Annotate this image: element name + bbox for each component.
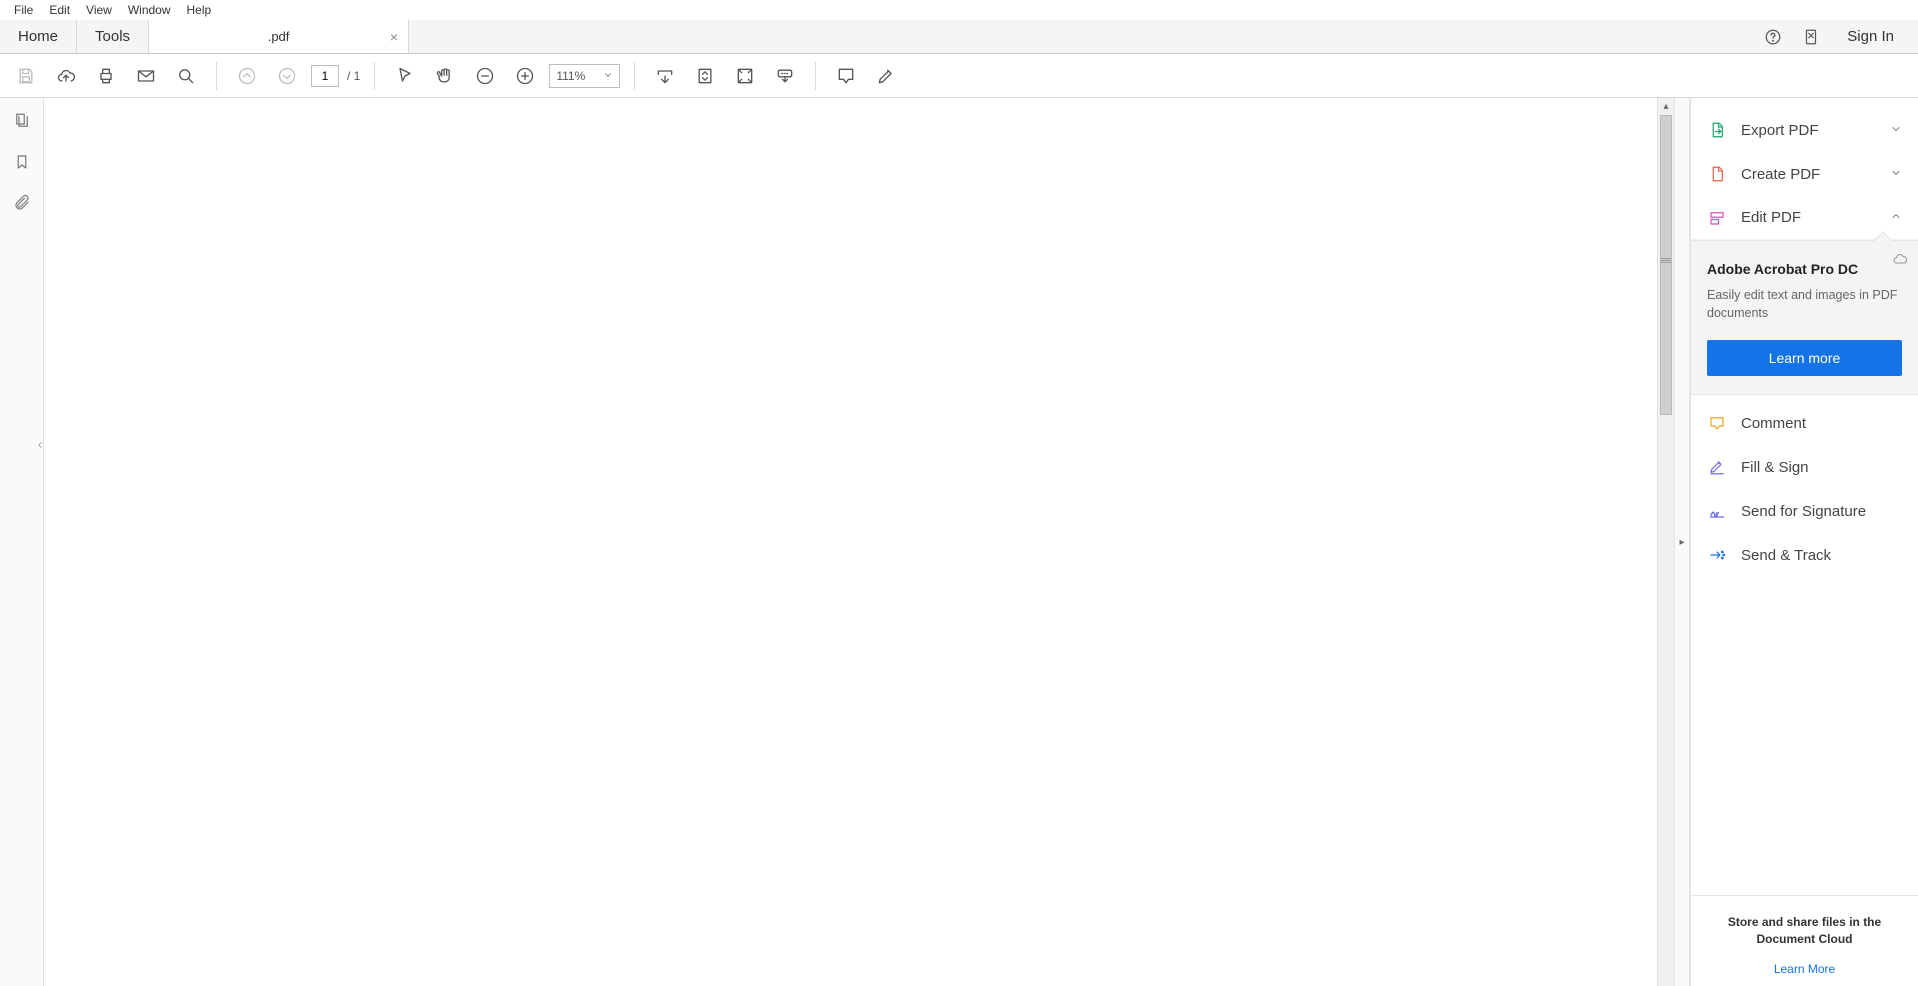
send-track-icon	[1707, 546, 1727, 564]
right-panel-collapse-icon[interactable]: ▸	[1674, 98, 1690, 986]
menu-edit[interactable]: Edit	[41, 1, 78, 19]
zoom-dropdown[interactable]: 111%	[549, 64, 620, 88]
zoom-value: 111%	[556, 69, 585, 83]
comment-icon[interactable]	[830, 60, 862, 92]
help-icon[interactable]	[1761, 25, 1785, 49]
tool-create-pdf[interactable]: Create PDF	[1691, 152, 1918, 196]
tab-strip: Home Tools .pdf × Sign In	[0, 20, 1918, 54]
page-up-icon[interactable]	[231, 60, 263, 92]
export-pdf-icon	[1707, 121, 1727, 139]
zoom-in-icon[interactable]	[509, 60, 541, 92]
chevron-down-icon	[1890, 122, 1902, 139]
selection-tool-icon[interactable]	[389, 60, 421, 92]
bookmark-icon[interactable]	[13, 153, 31, 176]
hand-tool-icon[interactable]	[429, 60, 461, 92]
menu-view[interactable]: View	[78, 1, 120, 19]
tool-send-signature[interactable]: Send for Signature	[1691, 489, 1918, 533]
comment-tool-icon	[1707, 414, 1727, 432]
page-total-label: / 1	[347, 69, 360, 83]
tool-send-track[interactable]: Send & Track	[1691, 533, 1918, 577]
menu-file[interactable]: File	[6, 1, 41, 19]
tab-tools[interactable]: Tools	[77, 20, 149, 53]
document-viewport[interactable]	[44, 98, 1657, 986]
fullscreen-icon[interactable]	[729, 60, 761, 92]
chevron-down-icon	[1890, 166, 1902, 183]
footer-promo-text: Store and share files in the Document Cl…	[1711, 914, 1898, 948]
fill-sign-icon	[1707, 458, 1727, 476]
tab-document[interactable]: .pdf ×	[149, 20, 409, 53]
footer-promo: Store and share files in the Document Cl…	[1691, 895, 1918, 986]
send-signature-icon	[1707, 502, 1727, 520]
edit-pdf-promo: Adobe Acrobat Pro DC Easily edit text an…	[1691, 240, 1918, 395]
thumbnails-icon[interactable]	[13, 112, 31, 135]
sign-in-button[interactable]: Sign In	[1837, 28, 1904, 45]
read-mode-icon[interactable]	[769, 60, 801, 92]
cloud-upload-icon[interactable]	[50, 60, 82, 92]
create-pdf-icon	[1707, 165, 1727, 183]
chevron-down-icon	[603, 69, 613, 83]
email-icon[interactable]	[130, 60, 162, 92]
tool-label: Send for Signature	[1741, 503, 1902, 520]
tool-label: Fill & Sign	[1741, 459, 1902, 476]
learn-more-button[interactable]: Learn more	[1707, 340, 1902, 376]
attachments-icon[interactable]	[13, 194, 31, 217]
main-area: ▴ ▸ Export PDF Create PDF Edit PDF	[0, 98, 1918, 986]
tool-label: Create PDF	[1741, 166, 1876, 183]
promo-description: Easily edit text and images in PDF docum…	[1707, 287, 1902, 322]
chevron-up-icon	[1890, 209, 1902, 226]
scroll-up-icon[interactable]: ▴	[1658, 98, 1674, 115]
save-icon[interactable]	[10, 60, 42, 92]
tool-fill-sign[interactable]: Fill & Sign	[1691, 445, 1918, 489]
tool-label: Comment	[1741, 415, 1902, 432]
close-tab-icon[interactable]: ×	[390, 29, 398, 45]
right-tools-panel: Export PDF Create PDF Edit PDF Adobe Acr…	[1690, 98, 1918, 986]
menu-help[interactable]: Help	[179, 1, 220, 19]
search-icon[interactable]	[170, 60, 202, 92]
vertical-scrollbar[interactable]: ▴	[1657, 98, 1674, 986]
tab-home[interactable]: Home	[0, 20, 77, 53]
zoom-out-icon[interactable]	[469, 60, 501, 92]
tool-label: Edit PDF	[1741, 209, 1876, 226]
tool-label: Export PDF	[1741, 122, 1876, 139]
tool-label: Send & Track	[1741, 547, 1902, 564]
tool-export-pdf[interactable]: Export PDF	[1691, 108, 1918, 152]
edit-pdf-icon	[1707, 209, 1727, 227]
fit-page-icon[interactable]	[689, 60, 721, 92]
print-icon[interactable]	[90, 60, 122, 92]
left-navigation-rail	[0, 98, 44, 986]
page-down-icon[interactable]	[271, 60, 303, 92]
fit-width-icon[interactable]	[649, 60, 681, 92]
promo-title: Adobe Acrobat Pro DC	[1707, 261, 1902, 277]
document-tab-title: .pdf	[268, 29, 290, 44]
promo-cloud-icon[interactable]	[1892, 251, 1908, 272]
page-number-input[interactable]	[311, 65, 339, 87]
tool-comment[interactable]: Comment	[1691, 401, 1918, 445]
toolbar: / 1 111%	[0, 54, 1918, 98]
footer-learn-more-link[interactable]: Learn More	[1711, 962, 1898, 976]
menu-bar: File Edit View Window Help	[0, 0, 1918, 20]
highlight-icon[interactable]	[870, 60, 902, 92]
notifications-icon[interactable]	[1799, 25, 1823, 49]
menu-window[interactable]: Window	[120, 1, 179, 19]
